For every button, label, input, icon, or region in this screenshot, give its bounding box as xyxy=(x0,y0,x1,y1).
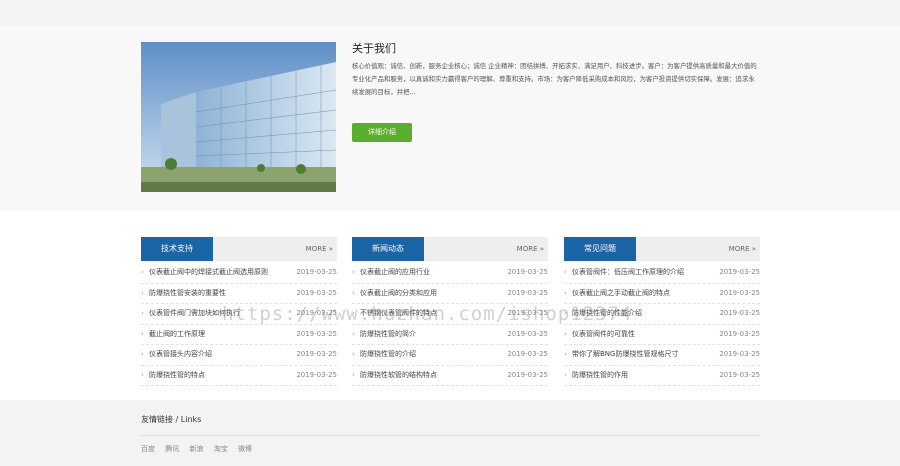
list-item[interactable]: › 仪表管阀件的可靠性 2019-03-25 xyxy=(564,325,760,345)
list-item[interactable]: › 仪表管阀件：低压阀工作原理的介绍 2019-03-25 xyxy=(564,263,760,284)
item-title[interactable]: 仪表截止阀的应用行业 xyxy=(360,263,430,283)
chevron-right-icon: › xyxy=(141,288,144,297)
item-title[interactable]: 截止阀的工作原理 xyxy=(149,325,205,345)
item-title[interactable]: 防爆挠性管安装的重要性 xyxy=(149,284,226,304)
about-building-image xyxy=(141,42,336,192)
chevron-right-icon: › xyxy=(564,288,567,297)
item-date: 2019-03-25 xyxy=(507,350,548,358)
item-date: 2019-03-25 xyxy=(719,350,760,358)
chevron-right-icon: › xyxy=(141,268,144,276)
item-title[interactable]: 防爆挠性管的介绍 xyxy=(360,345,416,365)
watermark: https://www.huzhan.com/ishop12374 xyxy=(222,303,633,325)
link-item[interactable]: 淘宝 xyxy=(214,445,228,453)
about-description: 核心价值观：诚信、创新，服务企业核心；诚信 企业精神：团结拼搏、开拓求实、满足用… xyxy=(352,62,757,96)
column-title[interactable]: 新闻动态 xyxy=(352,237,424,261)
chevron-right-icon: › xyxy=(141,329,144,338)
item-title[interactable]: 防爆挠性管的简介 xyxy=(360,325,416,345)
item-title[interactable]: 仪表管阀件：低压阀工作原理的介绍 xyxy=(572,263,684,283)
chevron-right-icon: › xyxy=(141,309,144,317)
item-title[interactable]: 带你了解BNG防爆挠性管规格尺寸 xyxy=(572,345,678,365)
item-date: 2019-03-25 xyxy=(719,370,760,379)
chevron-right-icon: › xyxy=(352,329,355,338)
item-date: 2019-03-25 xyxy=(507,370,548,379)
chevron-right-icon: › xyxy=(564,268,567,276)
item-date: 2019-03-25 xyxy=(296,329,337,338)
more-link[interactable]: MORE » xyxy=(729,237,756,261)
item-date: 2019-03-25 xyxy=(507,288,548,297)
divider xyxy=(141,435,760,436)
column-header: 常见问题 MORE » xyxy=(564,237,760,261)
item-date: 2019-03-25 xyxy=(296,370,337,379)
item-title[interactable]: 仪表管接头内容介绍 xyxy=(149,345,212,365)
list-item[interactable]: › 仪表管接头内容介绍 2019-03-25 xyxy=(141,345,337,366)
item-date: 2019-03-25 xyxy=(719,309,760,317)
item-date: 2019-03-25 xyxy=(719,288,760,297)
chevron-right-icon: › xyxy=(564,350,567,358)
list-item[interactable]: › 防爆挠性管的简介 2019-03-25 xyxy=(352,325,548,345)
item-title[interactable]: 仪表截止阀的分类和应用 xyxy=(360,284,437,304)
link-item[interactable]: 腾讯 xyxy=(165,445,179,453)
link-item[interactable]: 百度 xyxy=(141,445,155,453)
links-title: 友情链接 / Links xyxy=(141,415,202,424)
item-title[interactable]: 防爆挠性管的特点 xyxy=(149,366,205,386)
list-item[interactable]: › 防爆挠性管的介绍 2019-03-25 xyxy=(352,345,548,366)
links-row: 百度 腾讯 新浪 淘宝 微博 xyxy=(141,444,260,454)
about-title: 关于我们 xyxy=(352,42,396,55)
friend-links-section: 友情链接 / Links 百度 腾讯 新浪 淘宝 微博 xyxy=(0,400,900,466)
link-item[interactable]: 微博 xyxy=(238,445,252,453)
item-date: 2019-03-25 xyxy=(296,288,337,297)
item-date: 2019-03-25 xyxy=(507,329,548,338)
link-item[interactable]: 新浪 xyxy=(189,445,203,453)
item-date: 2019-03-25 xyxy=(507,268,548,276)
chevron-right-icon: › xyxy=(352,288,355,297)
item-date: 2019-03-25 xyxy=(296,350,337,358)
item-title[interactable]: 防爆挠性管的作用 xyxy=(572,366,628,386)
top-band xyxy=(0,0,900,26)
list-item[interactable]: › 防爆挠性管的特点 2019-03-25 xyxy=(141,366,337,386)
list-item[interactable]: › 防爆挠性软管的结构特点 2019-03-25 xyxy=(352,366,548,386)
column-header: 技术支持 MORE » xyxy=(141,237,337,261)
list-item[interactable]: › 带你了解BNG防爆挠性管规格尺寸 2019-03-25 xyxy=(564,345,760,366)
chevron-right-icon: › xyxy=(141,350,144,358)
item-title[interactable]: 仪表截止阀中的焊接式截止阀选用原则 xyxy=(149,263,268,283)
item-date: 2019-03-25 xyxy=(719,329,760,338)
chevron-right-icon: › xyxy=(352,268,355,276)
more-link[interactable]: MORE » xyxy=(517,237,544,261)
list-item[interactable]: › 仪表截止阀中的焊接式截止阀选用原则 2019-03-25 xyxy=(141,263,337,284)
column-title[interactable]: 技术支持 xyxy=(141,237,213,261)
chevron-right-icon: › xyxy=(564,370,567,379)
chevron-right-icon: › xyxy=(352,350,355,358)
item-date: 2019-03-25 xyxy=(719,268,760,276)
list-item[interactable]: › 截止阀的工作原理 2019-03-25 xyxy=(141,325,337,345)
item-title[interactable]: 仪表截止阀之手动截止阀的特点 xyxy=(572,284,670,304)
chevron-right-icon: › xyxy=(141,370,144,379)
chevron-right-icon: › xyxy=(352,370,355,379)
list-item[interactable]: › 防爆挠性管的作用 2019-03-25 xyxy=(564,366,760,386)
chevron-right-icon: › xyxy=(564,329,567,338)
more-link[interactable]: MORE » xyxy=(306,237,333,261)
list-item[interactable]: › 仪表截止阀的应用行业 2019-03-25 xyxy=(352,263,548,284)
item-title[interactable]: 仪表管阀件的可靠性 xyxy=(572,325,635,345)
list-item[interactable]: › 仪表截止阀的分类和应用 2019-03-25 xyxy=(352,284,548,304)
about-section: 关于我们 核心价值观：诚信、创新，服务企业核心；诚信 企业精神：团结拼搏、开拓求… xyxy=(0,26,900,210)
list-item[interactable]: › 防爆挠性管安装的重要性 2019-03-25 xyxy=(141,284,337,304)
column-header: 新闻动态 MORE » xyxy=(352,237,548,261)
list-item[interactable]: › 仪表截止阀之手动截止阀的特点 2019-03-25 xyxy=(564,284,760,304)
about-details-button[interactable]: 详细介绍 xyxy=(352,123,412,142)
column-title[interactable]: 常见问题 xyxy=(564,237,636,261)
item-title[interactable]: 防爆挠性软管的结构特点 xyxy=(360,366,437,386)
item-date: 2019-03-25 xyxy=(296,268,337,276)
